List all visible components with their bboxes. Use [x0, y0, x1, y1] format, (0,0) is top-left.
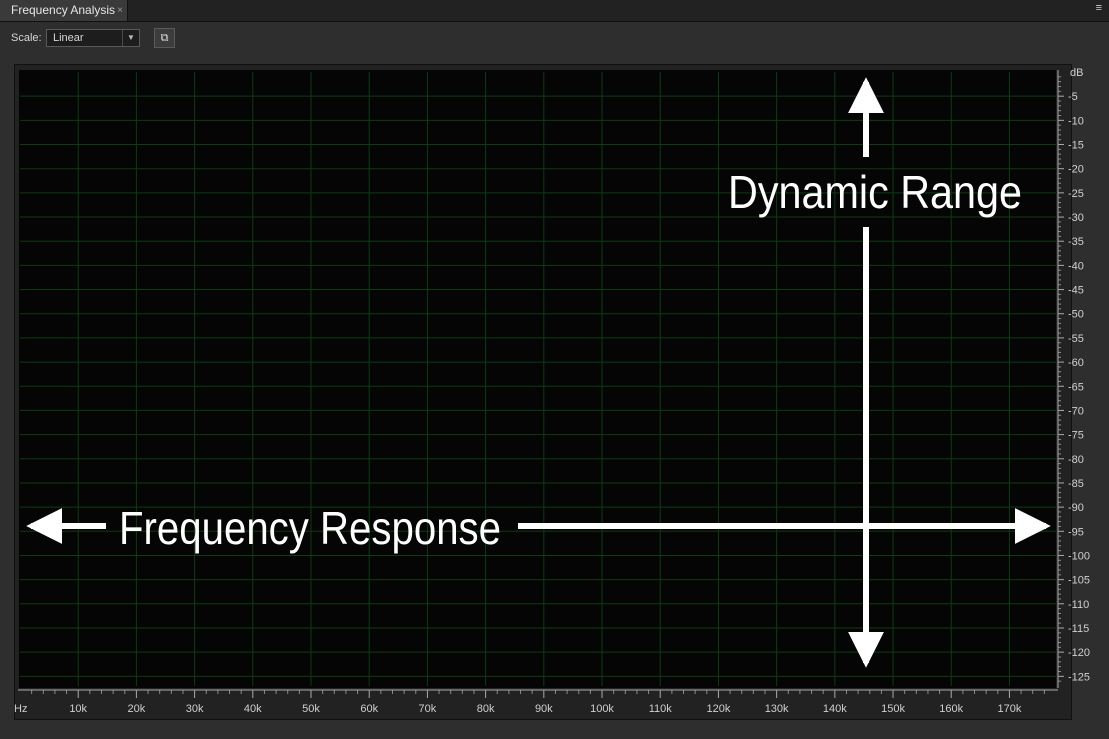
y-tick-label: -40	[1068, 260, 1084, 272]
y-tick-label: -10	[1068, 115, 1084, 127]
x-tick-label: 80k	[477, 703, 495, 715]
y-tick-label: -20	[1068, 164, 1084, 176]
plot-area[interactable]	[19, 70, 1056, 688]
frequency-response-label: Frequency Response	[119, 502, 501, 554]
x-tick-label: 30k	[186, 703, 204, 715]
y-tick-label: -60	[1068, 357, 1084, 369]
y-tick-label: -75	[1068, 430, 1084, 442]
y-tick-label: -55	[1068, 333, 1084, 345]
y-tick-label: -65	[1068, 381, 1084, 393]
x-axis: 10k 20k 30k 40k 50k 60k 70k 80k 90k 100k 110k 120k 1…	[14, 689, 1058, 715]
x-tick-label: 40k	[244, 703, 262, 715]
frequency-graph: 10k 20k 30k 40k 50k 60k 70k 80k 90k 100k 110k 120k 1…	[14, 67, 1090, 715]
x-unit-label: Hz	[14, 703, 27, 715]
y-tick-label: -110	[1068, 599, 1089, 611]
y-tick-label: -115	[1068, 623, 1089, 635]
x-tick-label: 150k	[881, 703, 905, 715]
x-tick-label: 10k	[69, 703, 87, 715]
y-axis: -5 -10 -15 -20 -25 -30 -35 -40 -45 -50 -55 -60 -65 -7…	[1057, 67, 1090, 688]
y-tick-label: -100	[1068, 550, 1090, 562]
x-tick-label: 140k	[823, 703, 847, 715]
x-tick-label: 160k	[939, 703, 963, 715]
y-unit-label: dB	[1070, 67, 1083, 79]
x-tick-label: 90k	[535, 703, 553, 715]
y-tick-label: -30	[1068, 212, 1084, 224]
y-tick-label: -15	[1068, 140, 1084, 152]
y-tick-label: -25	[1068, 188, 1084, 200]
x-tick-label: 100k	[590, 703, 614, 715]
y-tick-label: -50	[1068, 309, 1084, 321]
y-tick-label: -85	[1068, 478, 1084, 490]
y-tick-label: -105	[1068, 575, 1090, 587]
x-tick-label: 70k	[419, 703, 437, 715]
x-tick-label: 20k	[128, 703, 146, 715]
y-tick-label: -125	[1068, 671, 1090, 683]
y-tick-label: -70	[1068, 405, 1084, 417]
y-tick-label: -95	[1068, 526, 1084, 538]
y-tick-label: -5	[1068, 91, 1078, 103]
x-tick-label: 50k	[302, 703, 320, 715]
x-tick-label: 120k	[706, 703, 730, 715]
y-tick-label: -35	[1068, 236, 1084, 248]
x-tick-label: 170k	[998, 703, 1022, 715]
x-tick-label: 110k	[649, 703, 673, 715]
y-tick-label: -120	[1068, 647, 1090, 659]
y-tick-label: -80	[1068, 454, 1084, 466]
y-tick-label: -90	[1068, 502, 1084, 514]
x-tick-label: 130k	[765, 703, 789, 715]
x-tick-label: 60k	[360, 703, 378, 715]
y-tick-label: -45	[1068, 285, 1084, 297]
dynamic-range-label: Dynamic Range	[728, 166, 1022, 218]
